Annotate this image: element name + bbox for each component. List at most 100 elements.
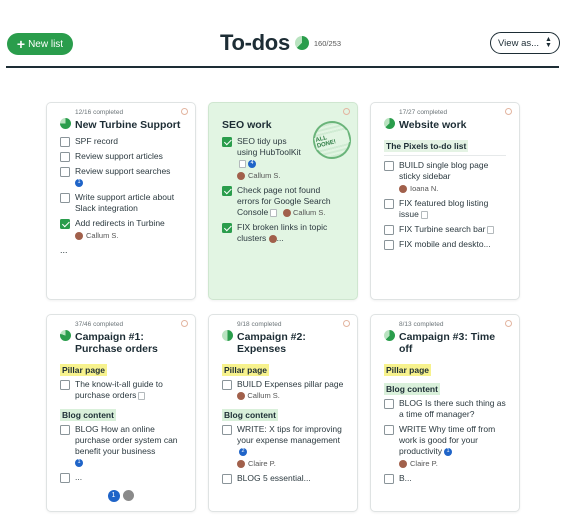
todo-item[interactable]: Review support articles bbox=[60, 151, 182, 162]
checkbox-checked[interactable] bbox=[222, 185, 232, 196]
assignee: Callum S. bbox=[237, 170, 308, 181]
todo-list-card[interactable]: 12/16 completed New Turbine Support SPF … bbox=[46, 102, 196, 300]
todo-item[interactable]: Add redirects in Turbine Callum S. bbox=[60, 218, 182, 241]
avatar[interactable] bbox=[121, 489, 135, 502]
progress-pie-icon bbox=[60, 118, 71, 129]
checkbox[interactable] bbox=[222, 379, 232, 390]
checkbox[interactable] bbox=[60, 472, 70, 483]
section-heading: The Pixels to-do list bbox=[384, 140, 469, 152]
comment-count-badge[interactable]: 1 bbox=[75, 458, 83, 467]
checkbox[interactable] bbox=[384, 224, 394, 235]
pillar-page-heading: Pillar page bbox=[222, 364, 269, 376]
todo-label: Write support article about Slack integr… bbox=[75, 192, 175, 213]
checkbox[interactable] bbox=[222, 473, 232, 484]
todo-item[interactable]: FIX Turbine search bar bbox=[384, 224, 506, 235]
comment-count-badge[interactable]: 4 bbox=[248, 159, 256, 168]
list-title-text: Campaign #1: Purchase orders bbox=[75, 331, 158, 355]
new-list-label: New list bbox=[28, 38, 64, 50]
todo-count: 160/253 bbox=[313, 38, 342, 48]
chevron-updown-icon: ▲ ▼ bbox=[545, 36, 552, 49]
todo-label: SPF record bbox=[75, 136, 118, 146]
checkbox[interactable] bbox=[60, 166, 70, 177]
checkbox[interactable] bbox=[60, 192, 70, 203]
avatar bbox=[399, 184, 407, 193]
todo-label: BLOG 5 essential... bbox=[237, 473, 311, 483]
todo-list-card[interactable]: SEO work ALL DONE! SEO tidy ups using Hu… bbox=[208, 102, 358, 300]
checkbox[interactable] bbox=[384, 398, 394, 409]
todo-item[interactable]: FIX mobile and deskto... bbox=[384, 239, 506, 250]
checkbox-checked[interactable] bbox=[222, 222, 232, 233]
todo-item[interactable]: SPF record bbox=[60, 136, 182, 147]
todo-label: FIX mobile and deskto... bbox=[399, 239, 491, 249]
comment-count-badge[interactable]: 1 bbox=[444, 447, 452, 456]
checkbox[interactable] bbox=[60, 424, 70, 435]
list-title-text: Campaign #3: Time off bbox=[399, 331, 496, 355]
todo-list-card[interactable]: 37/46 completed Campaign #1: Purchase or… bbox=[46, 314, 196, 512]
avatar bbox=[268, 234, 277, 243]
todo-item[interactable]: BUILD Expenses pillar page Callum S. bbox=[222, 379, 344, 401]
todo-item[interactable]: Check page not found errors for Google S… bbox=[222, 185, 344, 218]
assignee: Claire P. bbox=[399, 458, 506, 469]
list-title[interactable]: Campaign #3: Time off bbox=[384, 330, 506, 355]
checkbox[interactable] bbox=[384, 424, 394, 435]
checkbox[interactable] bbox=[60, 136, 70, 147]
list-title[interactable]: Website work bbox=[384, 118, 506, 131]
todo-item[interactable]: Review support searches 1 bbox=[60, 166, 182, 188]
checkbox-checked[interactable] bbox=[60, 218, 70, 229]
todo-list-card[interactable]: 8/13 completed Campaign #3: Time off Pil… bbox=[370, 314, 520, 512]
todo-label: FIX featured blog listing issue bbox=[399, 198, 489, 219]
pillar-page-heading: Pillar page bbox=[384, 364, 431, 376]
document-icon bbox=[239, 159, 246, 168]
todo-list-card[interactable]: 9/18 completed Campaign #2: Expenses Pil… bbox=[208, 314, 358, 512]
todo-item[interactable]: ... bbox=[60, 472, 182, 483]
todo-item[interactable]: FIX featured blog listing issue bbox=[384, 198, 506, 220]
assignee-name: Claire P. bbox=[248, 459, 276, 468]
avatar bbox=[237, 171, 245, 180]
comment-count-badge[interactable]: 1 bbox=[75, 178, 83, 187]
todo-item[interactable]: BLOG How an online purchase order system… bbox=[60, 424, 182, 468]
checkbox[interactable] bbox=[222, 424, 232, 435]
checkbox[interactable] bbox=[384, 473, 394, 484]
assignee: Ioana N. bbox=[399, 183, 506, 194]
completed-count: 12/16 completed bbox=[75, 109, 124, 116]
checkbox[interactable] bbox=[384, 239, 394, 250]
section-divider bbox=[384, 155, 506, 156]
todo-item[interactable]: WRITE Why time off from work is good for… bbox=[384, 424, 506, 469]
todo-label: The know-it-all guide to purchase orders bbox=[75, 379, 163, 400]
more-items: ... bbox=[60, 245, 68, 255]
status-dot-icon bbox=[343, 108, 350, 115]
list-title-text: SEO work bbox=[222, 119, 272, 131]
todo-list-card[interactable]: 17/27 completed Website work The Pixels … bbox=[370, 102, 520, 300]
todo-item[interactable]: Write support article about Slack integr… bbox=[60, 192, 182, 214]
progress-pie-icon bbox=[60, 330, 71, 341]
assignee-name: Callum S. bbox=[86, 231, 119, 240]
list-title[interactable]: Campaign #2: Expenses bbox=[222, 330, 344, 355]
list-title[interactable]: Campaign #1: Purchase orders bbox=[60, 330, 182, 355]
new-list-button[interactable]: + New list bbox=[7, 33, 73, 55]
todo-item[interactable]: B... bbox=[384, 473, 506, 484]
checkbox-checked[interactable] bbox=[222, 136, 232, 147]
blog-content-heading: Blog content bbox=[384, 383, 440, 395]
checkbox[interactable] bbox=[60, 151, 70, 162]
view-as-button[interactable]: View as... ▲ ▼ bbox=[490, 32, 560, 54]
completed-count: 37/46 completed bbox=[75, 321, 124, 328]
notification-badge[interactable]: 1 bbox=[107, 489, 120, 502]
todo-item[interactable]: WRITE: X tips for improving your expense… bbox=[222, 424, 344, 469]
blog-content-heading: Blog content bbox=[222, 409, 278, 421]
checkbox[interactable] bbox=[384, 160, 394, 171]
list-title[interactable]: New Turbine Support bbox=[60, 118, 182, 131]
comment-count-badge[interactable]: 2 bbox=[239, 447, 247, 456]
assignee-name: Callum S. bbox=[248, 171, 281, 180]
todo-item[interactable]: BUILD single blog page sticky sidebar Io… bbox=[384, 160, 506, 194]
checkbox[interactable] bbox=[384, 198, 394, 209]
todo-item[interactable]: BLOG Is there such thing as a time off m… bbox=[384, 398, 506, 420]
todo-item[interactable]: BLOG 5 essential... bbox=[222, 473, 344, 484]
pillar-page-heading: Pillar page bbox=[60, 364, 107, 376]
assignee: Callum S. bbox=[75, 230, 182, 241]
assignee: Claire P. bbox=[237, 458, 344, 469]
todo-label: BLOG How an online purchase order system… bbox=[75, 424, 178, 456]
todo-item[interactable]: The know-it-all guide to purchase orders bbox=[60, 379, 182, 401]
list-title-text: New Turbine Support bbox=[75, 119, 181, 131]
checkbox[interactable] bbox=[60, 379, 70, 390]
todo-item[interactable]: FIX broken links in topic clusters ... bbox=[222, 222, 344, 244]
